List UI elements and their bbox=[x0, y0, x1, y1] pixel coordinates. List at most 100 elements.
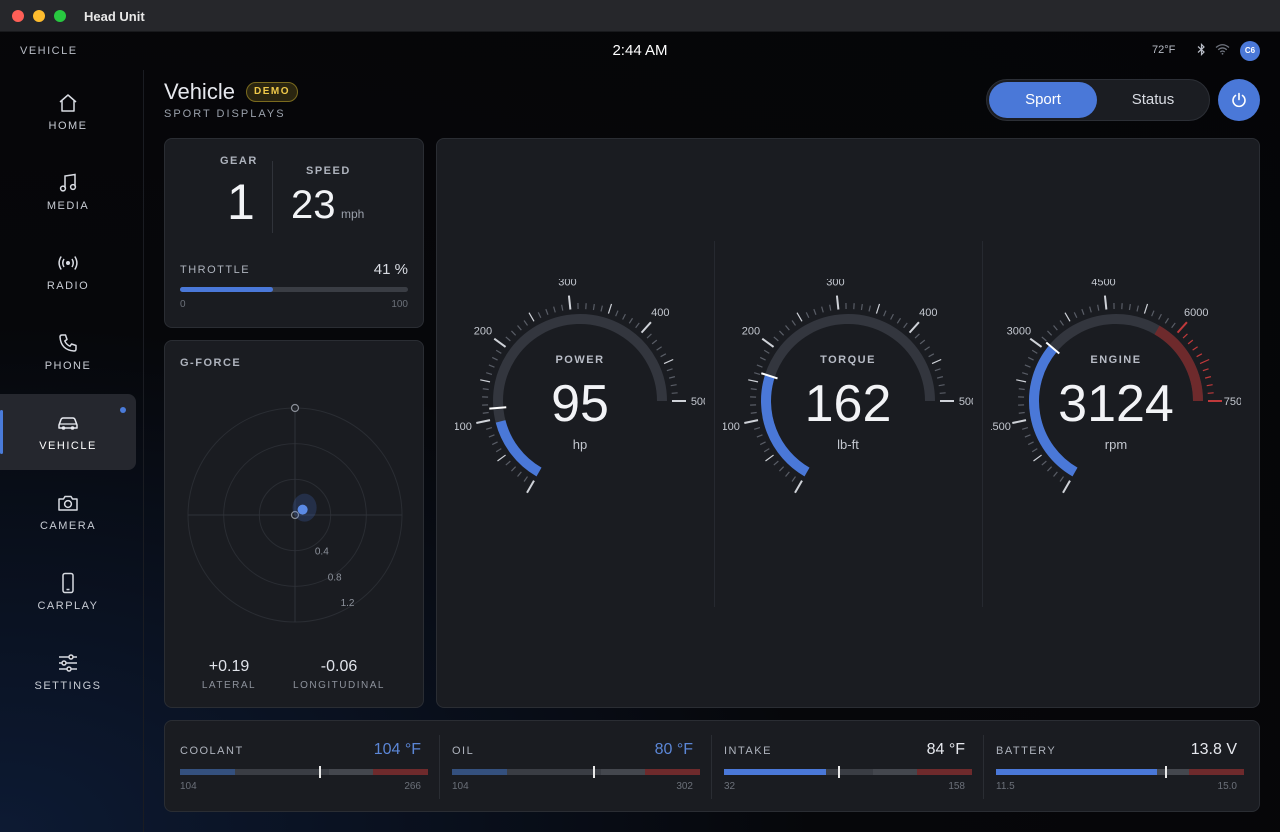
fluid-bar-marker bbox=[1164, 766, 1167, 778]
sidebar-item-carplay[interactable]: CARPLAY bbox=[0, 554, 136, 630]
gauge-tick bbox=[656, 346, 662, 351]
gauge-tick bbox=[526, 480, 535, 494]
home-icon bbox=[59, 94, 77, 112]
gforce-card: G-FORCE 0.4 0.8 1.2 +0.19 LATERAL -0.06 LO… bbox=[164, 340, 424, 708]
sidebar-item-camera[interactable]: CAMERA bbox=[0, 474, 136, 550]
gauge-tick bbox=[761, 337, 775, 348]
gauge-tick bbox=[868, 305, 871, 312]
fluid-bar-marker bbox=[593, 766, 596, 778]
gauge-tick-label: 500 bbox=[959, 396, 973, 408]
sidebar-item-label: CARPLAY bbox=[37, 600, 99, 612]
fluid-bar-marker bbox=[318, 766, 321, 778]
gauge-tick bbox=[1081, 308, 1085, 315]
lateral-label: LATERAL bbox=[201, 680, 257, 691]
gauge-tick bbox=[482, 388, 489, 391]
gauge-tick bbox=[1151, 310, 1155, 317]
gear-label: GEAR bbox=[220, 155, 258, 167]
sidebar-nav: HOME MEDIA RADIO PHONE VEHICLE CAMERA CA… bbox=[0, 70, 144, 832]
outside-temperature: 72°F bbox=[1152, 44, 1176, 56]
fluid-bar-zone bbox=[645, 769, 700, 775]
gauge-unit: lb-ft bbox=[837, 437, 859, 452]
gauge-tick bbox=[1158, 313, 1162, 320]
demo-badge: DEMO bbox=[246, 82, 298, 102]
gauge-tick bbox=[1171, 322, 1176, 329]
gauge-tick bbox=[756, 434, 763, 438]
fluid-min: 104 bbox=[180, 781, 197, 792]
tab-sport[interactable]: Sport bbox=[989, 82, 1097, 118]
minimize-window-button[interactable] bbox=[33, 10, 45, 22]
gauge-tick bbox=[779, 330, 785, 336]
gauge-tick bbox=[511, 466, 517, 472]
gauge-tick-label: 100 bbox=[455, 421, 472, 433]
gauge-tick bbox=[796, 312, 803, 322]
bluetooth-icon bbox=[1197, 43, 1205, 56]
tab-status[interactable]: Status bbox=[1099, 82, 1207, 118]
power-button[interactable] bbox=[1218, 79, 1260, 121]
gauge-tick bbox=[791, 476, 796, 482]
gauge-label: ENGINE bbox=[1090, 354, 1141, 366]
fluid-bar-zone bbox=[872, 769, 918, 775]
throttle-value: 41 % bbox=[373, 261, 408, 278]
gauge-tick bbox=[1164, 317, 1170, 324]
gauge-tick-label: 3000 bbox=[1007, 325, 1031, 337]
gauge-unit: hp bbox=[573, 437, 587, 452]
throttle-max: 100 bbox=[391, 299, 408, 310]
fluid-value: 80 °F bbox=[654, 741, 693, 758]
gauge-tick bbox=[813, 308, 817, 315]
gauge-tick bbox=[1027, 356, 1034, 361]
divider bbox=[272, 161, 273, 233]
gauge-tick bbox=[668, 376, 676, 379]
throttle-bar bbox=[180, 287, 408, 292]
longitudinal-value: -0.06 bbox=[320, 658, 358, 675]
gauge-tick bbox=[495, 448, 502, 453]
gauge-tick bbox=[640, 321, 652, 334]
gauge-tick bbox=[903, 322, 908, 329]
engine-gauge: 015003000450060007500ENGINE3124rpm bbox=[991, 279, 1241, 494]
fluid-value: 13.8 V bbox=[1190, 741, 1237, 758]
fluid-bar-marker bbox=[838, 766, 841, 778]
gauge-tick bbox=[1018, 411, 1025, 414]
gauge-tick bbox=[1143, 303, 1149, 314]
sidebar-item-home[interactable]: HOME bbox=[0, 74, 136, 150]
wifi-icon bbox=[1215, 44, 1230, 55]
gauge-tick bbox=[561, 304, 564, 311]
maximize-window-button[interactable] bbox=[54, 10, 66, 22]
gauge-tick bbox=[505, 460, 511, 466]
sidebar-item-phone[interactable]: PHONE bbox=[0, 314, 136, 390]
gforce-dot bbox=[297, 504, 308, 515]
gauge-tick-label: 200 bbox=[474, 325, 492, 337]
sidebar-item-label: HOME bbox=[48, 120, 88, 132]
gauge-tick bbox=[759, 356, 766, 361]
gauge-tick bbox=[1182, 333, 1188, 339]
gauge-tick bbox=[1199, 358, 1210, 365]
gauge-tick bbox=[497, 454, 506, 462]
gauge-tick bbox=[1059, 320, 1064, 326]
fluid-bar-zone bbox=[1189, 769, 1244, 775]
page-subtitle: SPORT DISPLAYS bbox=[164, 108, 286, 120]
clock: 2:44 AM bbox=[612, 42, 668, 59]
gauge-tick bbox=[628, 317, 634, 324]
sidebar-item-settings[interactable]: SETTINGS bbox=[0, 634, 136, 710]
sidebar-item-media[interactable]: MEDIA bbox=[0, 154, 136, 230]
gear-speed-card: GEAR 1 SPEED 23 mph THROTTLE 41 % 0 100 bbox=[164, 138, 424, 328]
gauge-tick bbox=[482, 411, 489, 414]
coolant-meter: COOLANT 104 °F 104 266 bbox=[165, 721, 437, 813]
gauge-tick bbox=[934, 368, 941, 372]
close-window-button[interactable] bbox=[12, 10, 24, 22]
gauge-tick bbox=[1024, 364, 1031, 368]
active-indicator-dot bbox=[120, 407, 126, 413]
gauge-tick bbox=[896, 317, 902, 324]
gauge-tick bbox=[607, 303, 613, 314]
power-icon bbox=[1232, 92, 1246, 108]
gauge-tick bbox=[875, 303, 881, 314]
sidebar-item-vehicle[interactable]: VEHICLE bbox=[0, 394, 136, 470]
gauge-tick bbox=[1024, 434, 1031, 438]
sidebar-item-radio[interactable]: RADIO bbox=[0, 234, 136, 310]
gauge-tick bbox=[938, 384, 945, 387]
fluid-bar-zone bbox=[328, 769, 374, 775]
gauge-tick bbox=[1064, 312, 1071, 322]
lateral-value: +0.19 bbox=[208, 658, 250, 675]
gauge-tick bbox=[505, 336, 511, 342]
gauge-tick bbox=[1187, 339, 1194, 345]
user-avatar[interactable]: C6 bbox=[1240, 41, 1260, 61]
